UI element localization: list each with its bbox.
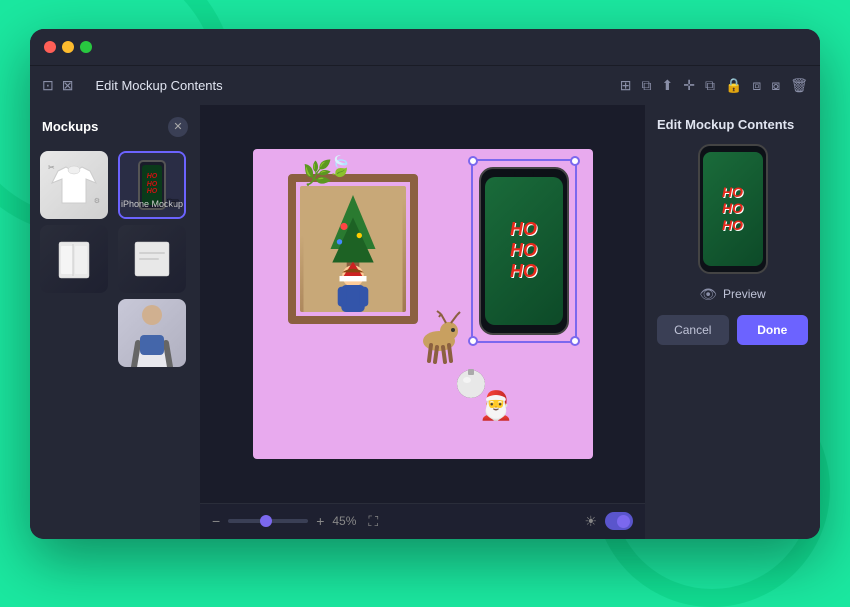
mockups-grid: ✂ ⚙ HOHOHO iPhone bbox=[40, 151, 190, 367]
zoom-in-button[interactable]: + bbox=[316, 513, 324, 529]
mockup-item-paper-open[interactable] bbox=[40, 225, 108, 293]
handle-tr[interactable] bbox=[570, 156, 580, 166]
paper-square-preview bbox=[118, 225, 186, 293]
ungroup-icon[interactable]: ⧇ bbox=[771, 78, 780, 92]
mockups-panel: Mockups ✕ ✂ ⚙ bbox=[30, 105, 200, 539]
deer-figure bbox=[411, 309, 461, 369]
phone-screen: HO HO HO bbox=[485, 177, 563, 325]
santa-hat: 🎅 bbox=[479, 389, 514, 422]
toolbar-left: ⊡ ⊠ bbox=[42, 78, 73, 92]
zoom-out-button[interactable]: − bbox=[212, 513, 220, 529]
hoho-display: HO HO HO bbox=[510, 219, 537, 281]
moon-toggle-dot bbox=[617, 515, 630, 528]
paper-square-icon bbox=[127, 234, 177, 284]
girl-figure bbox=[300, 186, 406, 312]
add-icon[interactable]: ⊞ bbox=[620, 78, 632, 92]
theme-toggle: ☀ bbox=[584, 512, 633, 530]
mockups-panel-title: Mockups bbox=[42, 119, 98, 134]
eye-icon: 👁 bbox=[699, 286, 717, 303]
upload-icon[interactable]: ⬆ bbox=[662, 78, 674, 92]
title-bar bbox=[30, 29, 820, 65]
person-icon bbox=[118, 299, 186, 367]
lock-icon[interactable]: 🔒 bbox=[725, 78, 742, 92]
light-theme-icon[interactable]: ☀ bbox=[584, 513, 597, 530]
book-icon bbox=[49, 234, 99, 284]
preview-label: Preview bbox=[723, 287, 766, 301]
hoho-preview-text: HOHOHO bbox=[722, 184, 743, 232]
close-panel-button[interactable]: ✕ bbox=[168, 117, 188, 137]
group-icon[interactable]: ⧈ bbox=[752, 78, 761, 92]
dark-theme-button[interactable] bbox=[605, 512, 633, 530]
app-window: ⊡ ⊠ Edit Mockup Contents ⊞ ⧉ ⬆ ✛ ⧉ 🔒 ⧈ ⧇… bbox=[30, 29, 820, 539]
crop-icon[interactable]: ⊡ bbox=[42, 78, 54, 92]
trim-icon[interactable]: ⊠ bbox=[62, 78, 74, 92]
zoom-percent: 45% bbox=[332, 514, 356, 528]
preview-row[interactable]: 👁 Preview bbox=[657, 286, 808, 303]
maximize-traffic-light[interactable] bbox=[80, 41, 92, 53]
right-panel-actions: Cancel Done bbox=[657, 315, 808, 345]
right-panel: Edit Mockup Contents HOHOHO 👁 Preview Ca… bbox=[645, 105, 820, 539]
phone-preview-screen: HOHOHO bbox=[703, 152, 763, 266]
done-button[interactable]: Done bbox=[737, 315, 809, 345]
delete-icon[interactable]: 🗑 bbox=[790, 78, 808, 92]
handle-tl[interactable] bbox=[468, 156, 478, 166]
handle-bl[interactable] bbox=[468, 336, 478, 346]
close-traffic-light[interactable] bbox=[44, 41, 56, 53]
main-content: Mockups ✕ ✂ ⚙ bbox=[30, 105, 820, 539]
tshirt-icon bbox=[48, 163, 100, 207]
mockups-header: Mockups ✕ bbox=[40, 115, 190, 143]
cursor-icon: ☞ bbox=[166, 193, 180, 213]
xmas-scene: 🌿 🍃 bbox=[253, 149, 593, 459]
canvas-area: 🌿 🍃 bbox=[200, 105, 645, 539]
person-preview bbox=[118, 299, 186, 367]
traffic-lights bbox=[44, 41, 92, 53]
zoom-slider[interactable] bbox=[228, 519, 308, 523]
right-panel-title: Edit Mockup Contents bbox=[657, 117, 808, 132]
deer-icon bbox=[411, 309, 461, 364]
paper-open-preview bbox=[40, 225, 108, 293]
toolbar-title: Edit Mockup Contents bbox=[95, 78, 222, 93]
mockup-item-paper-square[interactable] bbox=[118, 225, 186, 293]
duplicate-icon[interactable]: ⧉ bbox=[642, 78, 652, 92]
phone-outer: HO HO HO bbox=[479, 167, 569, 335]
wood-frame bbox=[288, 174, 418, 324]
handle-br[interactable] bbox=[570, 336, 580, 346]
canvas-main[interactable]: 🌿 🍃 bbox=[200, 105, 645, 503]
cancel-button[interactable]: Cancel bbox=[657, 315, 729, 345]
canvas-bottom: − + 45% ⛶ ☀ bbox=[200, 503, 645, 539]
mockup-item-tshirt[interactable]: ✂ ⚙ bbox=[40, 151, 108, 219]
move-icon[interactable]: ✛ bbox=[683, 78, 695, 92]
phone-preview-thumb: HOHOHO bbox=[698, 144, 768, 274]
phone-mockup-selected[interactable]: HO HO HO bbox=[479, 167, 569, 335]
mockup-item-iphone[interactable]: HOHOHO iPhone Mockup ☞ bbox=[118, 151, 186, 219]
mockup-item-person[interactable] bbox=[118, 299, 186, 367]
toolbar-icons: ⊞ ⧉ ⬆ ✛ ⧉ 🔒 ⧈ ⧇ 🗑 bbox=[620, 78, 808, 92]
minimize-traffic-light[interactable] bbox=[62, 41, 74, 53]
tshirt-preview: ✂ ⚙ bbox=[40, 151, 108, 219]
layers-icon[interactable]: ⧉ bbox=[705, 78, 715, 92]
zoom-thumb[interactable] bbox=[260, 515, 272, 527]
phone-preview-container: HOHOHO bbox=[657, 144, 808, 274]
holly-decoration: 🍃 bbox=[328, 154, 353, 179]
fit-screen-button[interactable]: ⛶ bbox=[368, 513, 378, 530]
canvas-bg: 🌿 🍃 bbox=[253, 149, 593, 459]
toolbar: ⊡ ⊠ Edit Mockup Contents ⊞ ⧉ ⬆ ✛ ⧉ 🔒 ⧈ ⧇… bbox=[30, 65, 820, 105]
girl-photo bbox=[300, 186, 406, 312]
